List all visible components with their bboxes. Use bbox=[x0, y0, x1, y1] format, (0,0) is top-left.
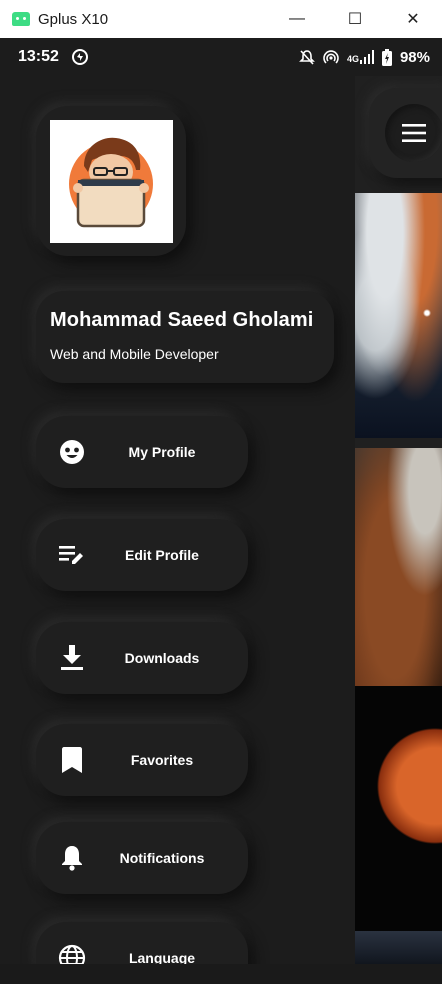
menu-item-label: Notifications bbox=[119, 850, 205, 866]
menu-button-inner bbox=[385, 104, 442, 162]
window-titlebar: Gplus X10 — ☐ ✕ bbox=[0, 0, 442, 38]
menu-item-label: Downloads bbox=[124, 650, 200, 666]
gallery-image-partial[interactable] bbox=[355, 931, 442, 964]
maximize-button[interactable]: ☐ bbox=[326, 0, 384, 38]
menu-button[interactable] bbox=[369, 88, 442, 178]
gallery-image-nebula[interactable] bbox=[355, 193, 442, 438]
gallery-image-nebula-2[interactable] bbox=[355, 448, 442, 686]
minimize-button[interactable]: — bbox=[268, 0, 326, 38]
network-type-label: 4G bbox=[346, 54, 359, 64]
user-role: Web and Mobile Developer bbox=[50, 346, 219, 362]
window-title: Gplus X10 bbox=[38, 10, 109, 28]
signal-icon: 4G bbox=[347, 50, 374, 64]
hamburger-menu-icon bbox=[402, 124, 426, 142]
menu-item-label: Edit Profile bbox=[125, 547, 199, 563]
data-saver-icon bbox=[71, 48, 89, 66]
avatar-card[interactable] bbox=[36, 106, 186, 256]
user-name: Mohammad Saeed Gholami bbox=[50, 309, 314, 331]
main-content bbox=[355, 76, 442, 964]
battery-percent: 98% bbox=[399, 48, 430, 66]
menu-item-label: Favorites bbox=[130, 752, 194, 768]
menu-item-label: Language bbox=[128, 950, 196, 964]
menu-item-favorites[interactable]: Favorites bbox=[36, 724, 248, 796]
profile-name-card: Mohammad Saeed Gholami Web and Mobile De… bbox=[36, 291, 334, 383]
avatar-illustration bbox=[69, 137, 153, 228]
menu-item-label: My Profile bbox=[128, 444, 196, 460]
gallery-image-eclipse-moon[interactable] bbox=[355, 686, 442, 931]
battery-icon bbox=[381, 48, 392, 66]
app-screen: Mohammad Saeed Gholami Web and Mobile De… bbox=[0, 76, 442, 964]
android-icon bbox=[12, 12, 30, 26]
close-button[interactable]: ✕ bbox=[384, 0, 442, 38]
hotspot-icon bbox=[323, 49, 339, 65]
menu-item-edit-profile[interactable]: Edit Profile bbox=[36, 519, 248, 591]
system-navigation-bar bbox=[0, 964, 442, 984]
menu-item-downloads[interactable]: Downloads bbox=[36, 622, 248, 694]
menu-item-notifications[interactable]: Notifications bbox=[36, 822, 248, 894]
avatar bbox=[49, 119, 173, 243]
status-bar: 13:52 4G 98% bbox=[0, 38, 442, 76]
navigation-drawer: Mohammad Saeed Gholami Web and Mobile De… bbox=[0, 76, 355, 964]
status-time: 13:52 bbox=[18, 48, 59, 65]
menu-item-my-profile[interactable]: My Profile bbox=[36, 416, 248, 488]
menu-item-language[interactable]: Language bbox=[36, 922, 248, 964]
mute-icon bbox=[299, 49, 315, 65]
